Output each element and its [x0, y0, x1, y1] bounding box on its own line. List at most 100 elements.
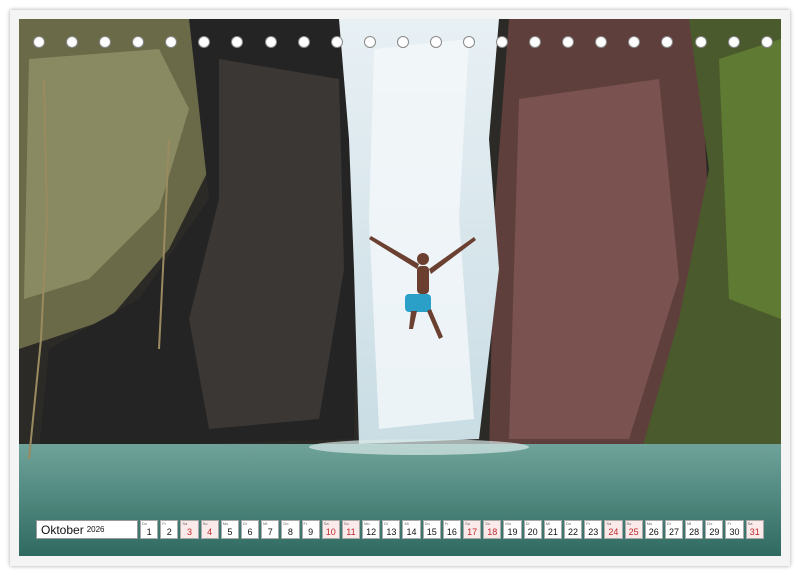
day-cell: Di 6 — [240, 520, 260, 539]
day-cell: Sa 17 — [463, 520, 482, 539]
binding-hole — [33, 36, 45, 48]
day-cell: Fr 2 — [160, 520, 179, 539]
binding-hole — [529, 36, 542, 48]
binding-hole — [562, 36, 575, 48]
day-cell: Sa 10 — [321, 520, 340, 539]
day-number: 18 — [487, 527, 498, 537]
binding-hole — [231, 36, 244, 48]
weekday-label: Do — [565, 521, 572, 526]
binding-hole — [661, 36, 674, 48]
binding-hole — [165, 36, 178, 48]
weekday-label: Sa — [747, 521, 753, 526]
day-cell: Mo 5 — [220, 520, 239, 539]
day-cell: Do 22 — [563, 520, 583, 539]
weekday-label: Sa — [465, 521, 470, 526]
day-cell: So 18 — [483, 520, 502, 539]
binding-holes — [33, 36, 773, 50]
day-cell: Di 20 — [523, 520, 542, 539]
day-number: 6 — [247, 527, 253, 537]
day-number: 24 — [608, 527, 619, 537]
weekday-label: So — [343, 521, 349, 526]
day-cell: Fr 30 — [725, 520, 744, 539]
weekday-label: So — [202, 521, 208, 526]
year-label: 2026 — [86, 525, 105, 534]
day-number: 25 — [628, 527, 639, 537]
day-number: 15 — [426, 527, 437, 537]
binding-hole — [694, 36, 707, 48]
day-number: 7 — [267, 527, 273, 537]
day-cell: Fr 16 — [442, 520, 461, 539]
binding-hole — [132, 36, 145, 48]
day-number: 9 — [308, 527, 314, 537]
day-number: 31 — [749, 527, 760, 537]
day-number: 30 — [729, 527, 740, 537]
weekday-label: Mi — [687, 521, 692, 526]
weekday-label: So — [626, 521, 632, 526]
binding-hole — [66, 36, 79, 48]
weekday-label: Di — [384, 521, 389, 526]
day-number: 29 — [709, 527, 720, 537]
binding-hole — [760, 36, 773, 48]
weekday-label: Mi — [404, 521, 409, 526]
weekday-label: Di — [525, 521, 530, 526]
weekday-label: So — [485, 521, 491, 526]
day-cell: Do 15 — [422, 520, 441, 539]
day-number: 11 — [346, 527, 356, 537]
day-number: 2 — [166, 527, 172, 537]
binding-hole — [264, 36, 277, 48]
binding-hole — [330, 36, 343, 48]
binding-hole — [198, 36, 211, 48]
day-number: 5 — [227, 527, 233, 537]
day-cell: So 25 — [624, 520, 643, 539]
weekday-label: Fr — [586, 521, 590, 526]
day-cell: Mo 12 — [362, 520, 381, 539]
day-cell: Mi 14 — [402, 520, 421, 539]
weekday-label: Fr — [727, 521, 732, 526]
day-cell: Mo 19 — [503, 520, 522, 539]
binding-hole — [396, 36, 409, 48]
weekday-label: Mo — [222, 521, 229, 526]
binding-hole — [429, 36, 442, 48]
day-number: 17 — [467, 527, 478, 537]
day-number: 12 — [366, 527, 377, 537]
binding-hole — [628, 36, 641, 48]
day-number: 23 — [588, 527, 599, 537]
month-label-box: Oktober 2026 — [36, 520, 138, 539]
day-number: 28 — [689, 527, 700, 537]
day-number: 13 — [386, 527, 397, 537]
day-cell: Di 13 — [382, 520, 401, 539]
day-cell: Sa 31 — [745, 520, 764, 539]
day-cell: Fr 23 — [584, 520, 603, 539]
day-cell: Mi 7 — [261, 520, 280, 539]
weekday-label: Fr — [303, 521, 308, 526]
day-cell: Mo 26 — [644, 520, 663, 539]
binding-hole — [363, 36, 376, 48]
binding-hole — [297, 36, 310, 48]
waterfall-photo — [19, 19, 781, 556]
day-cell: So 4 — [200, 520, 219, 539]
day-number: 1 — [146, 527, 152, 537]
weekday-label: Mi — [263, 521, 268, 526]
binding-hole — [463, 36, 476, 48]
day-cell: Sa 24 — [604, 520, 623, 539]
weekday-label: Di — [666, 521, 671, 526]
binding-hole — [496, 36, 509, 48]
day-number: 27 — [668, 527, 679, 537]
weekday-label: Do — [707, 521, 713, 526]
day-number: 22 — [568, 527, 579, 537]
weekday-label: Mi — [545, 521, 550, 526]
weekday-label: Fr — [162, 521, 166, 526]
day-cell: Do 29 — [705, 520, 724, 539]
month-name: Oktober — [41, 522, 84, 537]
calendar-strip: Oktober 2026 Do 1 Fr 2 Sa 3 So 4 Mo 5 Di 6 Mi 7 Do 8 Fr 9… — [36, 520, 764, 539]
day-cell: Do 8 — [281, 520, 300, 539]
day-number: 4 — [207, 527, 213, 537]
weekday-label: Do — [424, 521, 430, 526]
day-cell: Sa 3 — [180, 520, 199, 539]
day-cell: So 11 — [341, 520, 361, 539]
day-number: 26 — [648, 527, 659, 537]
weekday-label: Sa — [323, 521, 329, 526]
weekday-label: Do — [283, 521, 289, 526]
day-number: 16 — [446, 527, 457, 537]
day-cell: Do 1 — [140, 520, 159, 539]
